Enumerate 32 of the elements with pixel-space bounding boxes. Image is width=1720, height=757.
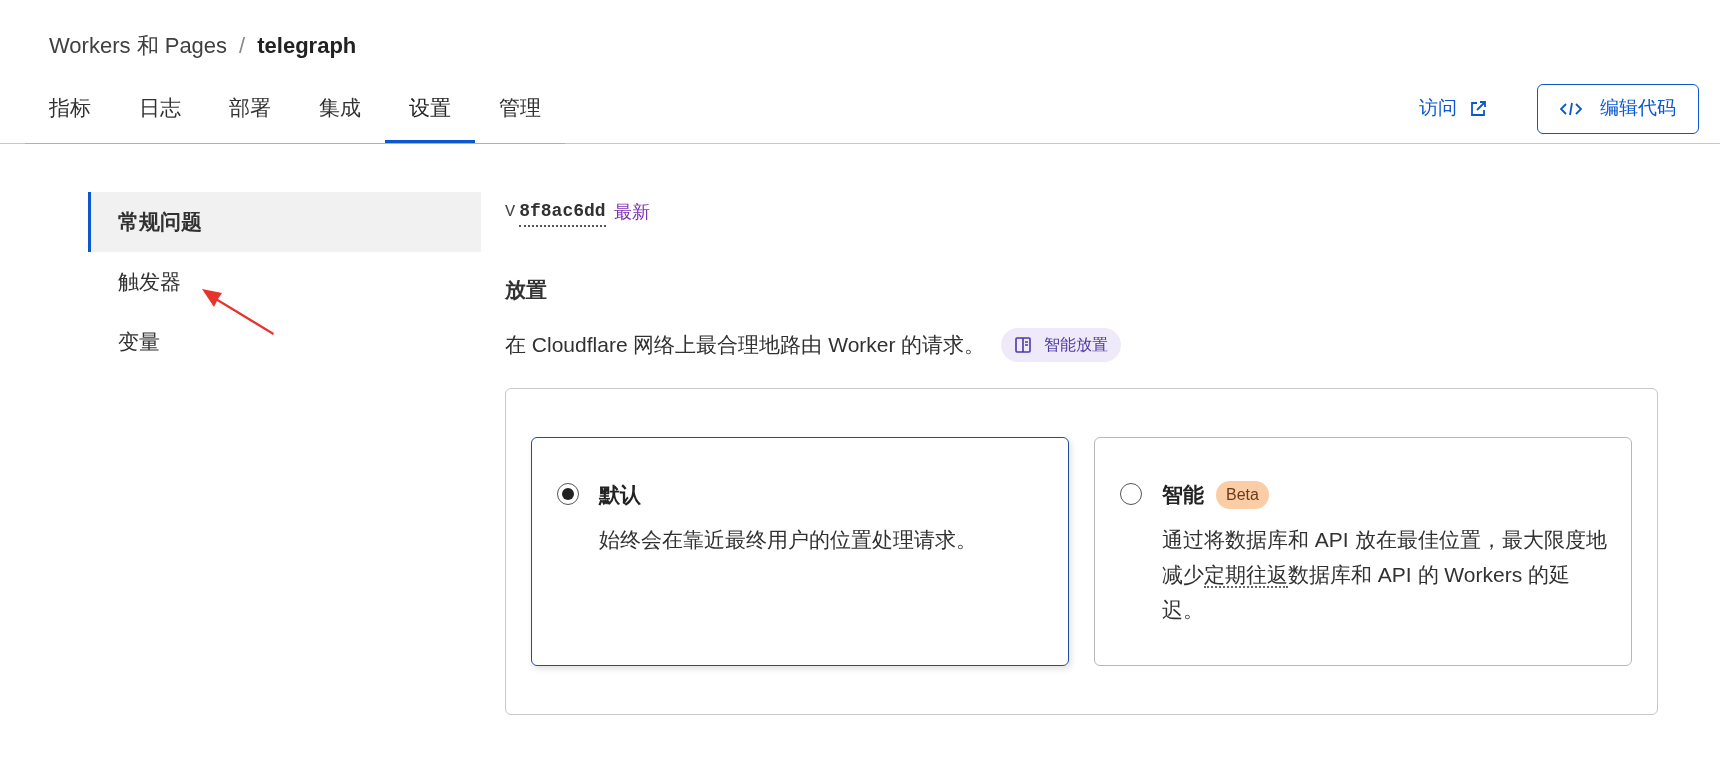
section-title: 放置 bbox=[505, 277, 548, 303]
radio-button[interactable] bbox=[1120, 482, 1142, 505]
option-title: 默认 bbox=[599, 481, 641, 508]
version-hash: 8f8ac6dd bbox=[519, 197, 606, 227]
code-icon bbox=[1560, 100, 1582, 117]
sidebar-item[interactable]: 触发器 bbox=[88, 252, 481, 312]
option-description: 始终会在靠近最终用户的位置处理请求。 bbox=[599, 526, 977, 553]
section-description: 在 Cloudflare 网络上最合理地路由 Worker 的请求。 bbox=[505, 331, 986, 358]
tab[interactable]: 设置 bbox=[385, 75, 475, 143]
beta-badge: Beta bbox=[1216, 480, 1269, 509]
sidebar-item[interactable]: 常规问题 bbox=[88, 192, 481, 252]
breadcrumb-current: telegraph bbox=[257, 31, 357, 60]
edit-code-button[interactable]: 编辑代码 bbox=[1537, 83, 1699, 134]
docs-tag[interactable]: 智能放置 bbox=[1001, 327, 1122, 362]
book-icon bbox=[1014, 335, 1033, 354]
latest-label: 最新 bbox=[613, 200, 650, 224]
tab[interactable]: 管理 bbox=[475, 75, 565, 143]
breadcrumb-separator: / bbox=[239, 31, 246, 60]
external-link-icon bbox=[1469, 99, 1487, 118]
option-card[interactable]: 智能 Beta 通过将数据库和 API 放在最佳位置，最大限度地减少定期往返数据库和 API 的 Workers 的延迟。 bbox=[1094, 436, 1632, 666]
tab[interactable]: 集成 bbox=[295, 75, 385, 143]
breadcrumb-link[interactable]: Workers 和 Pages bbox=[49, 28, 228, 62]
option-description: 通过将数据库和 API 放在最佳位置，最大限度地减少定期往返数据库和 API 的 Workers 的延迟。 bbox=[1162, 526, 1607, 623]
tab[interactable]: 部署 bbox=[205, 75, 295, 143]
version-prefix: V bbox=[505, 201, 516, 224]
option-card[interactable]: 默认 始终会在靠近最终用户的位置处理请求。 bbox=[531, 436, 1069, 666]
tab[interactable]: 日志 bbox=[115, 75, 205, 143]
radio-button[interactable] bbox=[557, 482, 579, 505]
sidebar-item[interactable]: 变量 bbox=[88, 312, 481, 372]
visit-link[interactable]: 访问 bbox=[1419, 94, 1487, 123]
option-title: 智能 bbox=[1162, 481, 1204, 508]
tab[interactable]: 指标 bbox=[25, 75, 115, 143]
